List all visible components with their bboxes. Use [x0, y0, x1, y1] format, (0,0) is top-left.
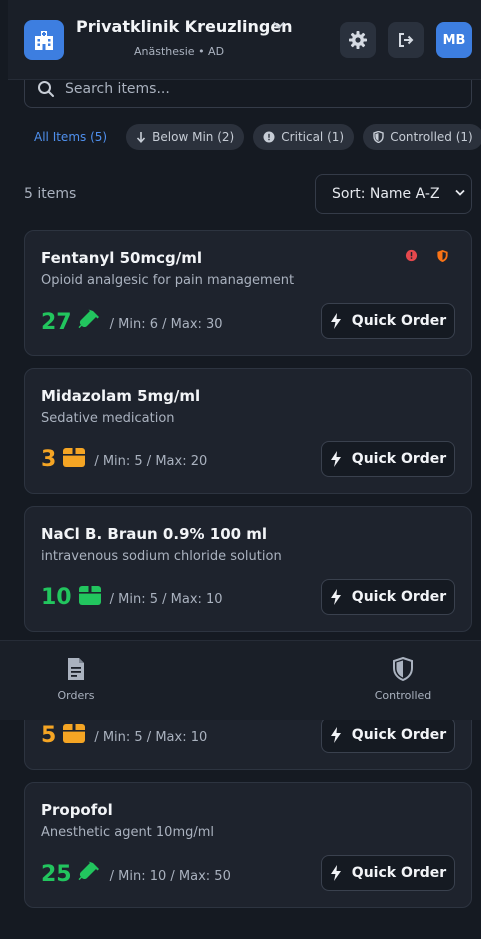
- filter-label: Critical (1): [281, 130, 345, 144]
- quick-order-button[interactable]: Quick Order: [321, 441, 455, 477]
- chevron-down-icon[interactable]: [272, 20, 286, 30]
- item-description: Anesthetic agent 10mg/ml: [41, 825, 215, 840]
- stock-quantity: 10: [41, 584, 72, 610]
- lightning-icon: [330, 727, 341, 743]
- clinic-name[interactable]: Privatklinik Kreuzlingen: [76, 17, 293, 36]
- filter-all-items[interactable]: All Items (5): [24, 124, 117, 150]
- filter-controlled[interactable]: Controlled (1): [363, 124, 481, 150]
- shield-icon: [393, 657, 413, 681]
- bottom-navigation: Orders Controlled: [0, 640, 481, 720]
- search-input[interactable]: [65, 81, 445, 97]
- critical-icon: [405, 249, 418, 263]
- quick-order-button[interactable]: Quick Order: [321, 855, 455, 891]
- logout-icon: [399, 33, 414, 47]
- stock-quantity: 25: [41, 861, 72, 887]
- min-max-label: / Min: 10 / Max: 50: [109, 868, 231, 884]
- quick-order-label: Quick Order: [351, 865, 447, 881]
- hospital-icon[interactable]: [24, 20, 64, 60]
- quick-order-label: Quick Order: [351, 313, 447, 329]
- controlled-shield-icon: [436, 249, 449, 263]
- inventory-card-fentanyl[interactable]: Fentanyl 50mcg/ml Opioid analgesic for p…: [24, 230, 472, 356]
- quick-order-label: Quick Order: [351, 589, 447, 605]
- quick-order-button[interactable]: Quick Order: [321, 717, 455, 753]
- item-count: 5 items: [24, 186, 77, 202]
- settings-button[interactable]: [340, 22, 376, 58]
- stock-quantity: 27: [41, 309, 72, 335]
- item-description: Opioid analgesic for pain management: [41, 273, 295, 288]
- min-max-label: / Min: 6 / Max: 30: [109, 316, 223, 332]
- nav-orders[interactable]: Orders: [31, 657, 121, 702]
- item-description: intravenous sodium chloride solution: [41, 549, 282, 564]
- arrow-down-icon: [137, 132, 146, 143]
- box-icon: [56, 446, 86, 472]
- item-name: Propofol: [41, 801, 113, 819]
- filter-label: Below Min (2): [152, 130, 235, 144]
- syringe-icon: [72, 860, 102, 888]
- quick-order-button[interactable]: Quick Order: [321, 303, 455, 339]
- min-max-label: / Min: 5 / Max: 10: [94, 729, 208, 745]
- stock-level: 5 / Min: 5 / Max: 10: [41, 722, 207, 748]
- item-name: Midazolam 5mg/ml: [41, 387, 201, 405]
- quick-order-label: Quick Order: [351, 451, 447, 467]
- sort-select[interactable]: Sort: Name A-Z: [315, 174, 472, 214]
- box-icon: [72, 584, 102, 610]
- app-header: Privatklinik Kreuzlingen Anästhesie • AD…: [8, 0, 481, 80]
- document-icon: [68, 658, 84, 680]
- filter-label: Controlled (1): [390, 130, 473, 144]
- syringe-icon: [72, 308, 102, 336]
- lightning-icon: [330, 451, 341, 467]
- stock-level: 27 / Min: 6 / Max: 30: [41, 308, 223, 336]
- stock-level: 3 / Min: 5 / Max: 20: [41, 446, 207, 472]
- lightning-icon: [330, 589, 341, 605]
- filter-critical[interactable]: Critical (1): [253, 124, 355, 150]
- item-badges: [387, 249, 449, 263]
- stock-quantity: 5: [41, 722, 57, 748]
- filter-chips: All Items (5) Below Min (2) Critical (1)…: [24, 124, 481, 150]
- min-max-label: / Min: 5 / Max: 20: [94, 453, 208, 469]
- stock-level: 10 / Min: 5 / Max: 10: [41, 584, 223, 610]
- nav-label: Controlled: [374, 689, 432, 702]
- item-description: Sedative medication: [41, 411, 175, 426]
- logout-button[interactable]: [388, 22, 424, 58]
- stock-level: 25 / Min: 10 / Max: 50: [41, 860, 231, 888]
- quick-order-label: Quick Order: [351, 727, 447, 743]
- stock-quantity: 3: [41, 446, 57, 472]
- filter-below-min[interactable]: Below Min (2): [126, 124, 245, 150]
- item-name: NaCl B. Braun 0.9% 100 ml: [41, 525, 268, 543]
- quick-order-button[interactable]: Quick Order: [321, 579, 455, 615]
- lightning-icon: [330, 865, 341, 881]
- inventory-card-propofol[interactable]: Propofol Anesthetic agent 10mg/ml 25 / M…: [24, 782, 472, 908]
- search-icon: [38, 81, 54, 97]
- inventory-card-midazolam[interactable]: Midazolam 5mg/ml Sedative medication 3 /…: [24, 368, 472, 494]
- gear-icon: [349, 31, 367, 49]
- chevron-down-icon: [455, 189, 465, 196]
- min-max-label: / Min: 5 / Max: 10: [109, 591, 223, 607]
- user-avatar[interactable]: MB: [436, 22, 472, 58]
- alert-circle-icon: [263, 131, 275, 143]
- filter-label: All Items (5): [34, 130, 108, 144]
- item-name: Fentanyl 50mcg/ml: [41, 249, 202, 267]
- sort-label: Sort: Name A-Z: [332, 186, 440, 202]
- shield-icon: [373, 131, 384, 143]
- box-icon: [56, 722, 86, 748]
- nav-label: Orders: [57, 689, 95, 702]
- nav-controlled[interactable]: Controlled: [358, 657, 448, 702]
- inventory-card-nacl[interactable]: NaCl B. Braun 0.9% 100 ml intravenous so…: [24, 506, 472, 632]
- department-label: Anästhesie • AD: [134, 45, 225, 58]
- lightning-icon: [330, 313, 341, 329]
